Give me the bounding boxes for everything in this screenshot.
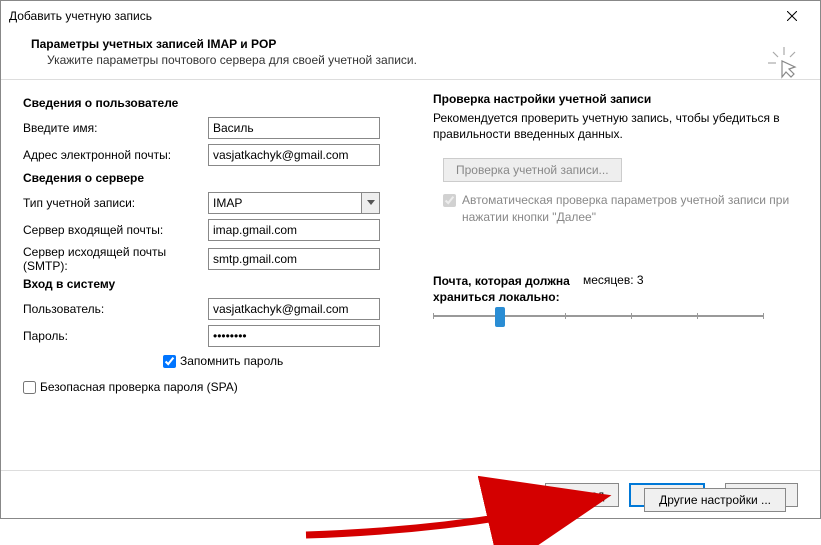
email-input[interactable] (208, 144, 380, 166)
dialog-window: Добавить учетную запись Параметры учетны… (0, 0, 821, 519)
mail-local-label: Почта, которая должна храниться локально… (433, 273, 583, 305)
mail-retention-slider[interactable] (433, 315, 763, 317)
test-account-button: Проверка учетной записи... (443, 158, 622, 182)
server-section-title: Сведения о сервере (23, 171, 423, 185)
left-column: Сведения о пользователе Введите имя: Адр… (23, 92, 423, 458)
remember-password-label: Запомнить пароль (180, 354, 283, 368)
outgoing-server-input[interactable] (208, 248, 380, 270)
outgoing-server-label: Сервер исходящей почты (SMTP): (23, 245, 208, 273)
account-type-label: Тип учетной записи: (23, 196, 208, 210)
more-settings-button[interactable]: Другие настройки ... (644, 488, 786, 512)
user-section-title: Сведения о пользователе (23, 96, 423, 110)
name-label: Введите имя: (23, 121, 208, 135)
test-settings-desc: Рекомендуется проверить учетную запись, … (433, 110, 798, 142)
window-title: Добавить учетную запись (9, 9, 772, 23)
email-label: Адрес электронной почты: (23, 148, 208, 162)
close-icon (787, 11, 797, 21)
content-area: Сведения о пользователе Введите имя: Адр… (1, 79, 820, 470)
test-settings-title: Проверка настройки учетной записи (433, 92, 798, 106)
header-subtitle: Укажите параметры почтового сервера для … (31, 53, 790, 67)
chevron-down-icon (361, 193, 379, 213)
spa-checkbox[interactable] (23, 381, 36, 394)
right-column: Проверка настройки учетной записи Рекоме… (423, 92, 798, 458)
slider-thumb[interactable] (495, 307, 505, 327)
spa-label: Безопасная проверка пароля (SPA) (40, 380, 238, 394)
auto-test-label: Автоматическая проверка параметров учетн… (462, 192, 798, 224)
name-input[interactable] (208, 117, 380, 139)
login-section-title: Вход в систему (23, 277, 423, 291)
header-title: Параметры учетных записей IMAP и POP (31, 37, 790, 51)
password-input[interactable] (208, 325, 380, 347)
mail-local-value: месяцев: 3 (583, 273, 644, 287)
incoming-server-input[interactable] (208, 219, 380, 241)
username-label: Пользователь: (23, 302, 208, 316)
username-input[interactable] (208, 298, 380, 320)
header: Параметры учетных записей IMAP и POP Ука… (1, 31, 820, 79)
auto-test-checkbox (443, 194, 456, 207)
titlebar: Добавить учетную запись (1, 1, 820, 31)
back-button[interactable]: < Назад (545, 483, 620, 507)
account-type-value: IMAP (209, 196, 361, 210)
remember-password-checkbox[interactable] (163, 355, 176, 368)
password-label: Пароль: (23, 329, 208, 343)
cursor-decor-icon (768, 47, 800, 82)
incoming-server-label: Сервер входящей почты: (23, 223, 208, 237)
close-button[interactable] (772, 2, 812, 30)
account-type-select[interactable]: IMAP (208, 192, 380, 214)
